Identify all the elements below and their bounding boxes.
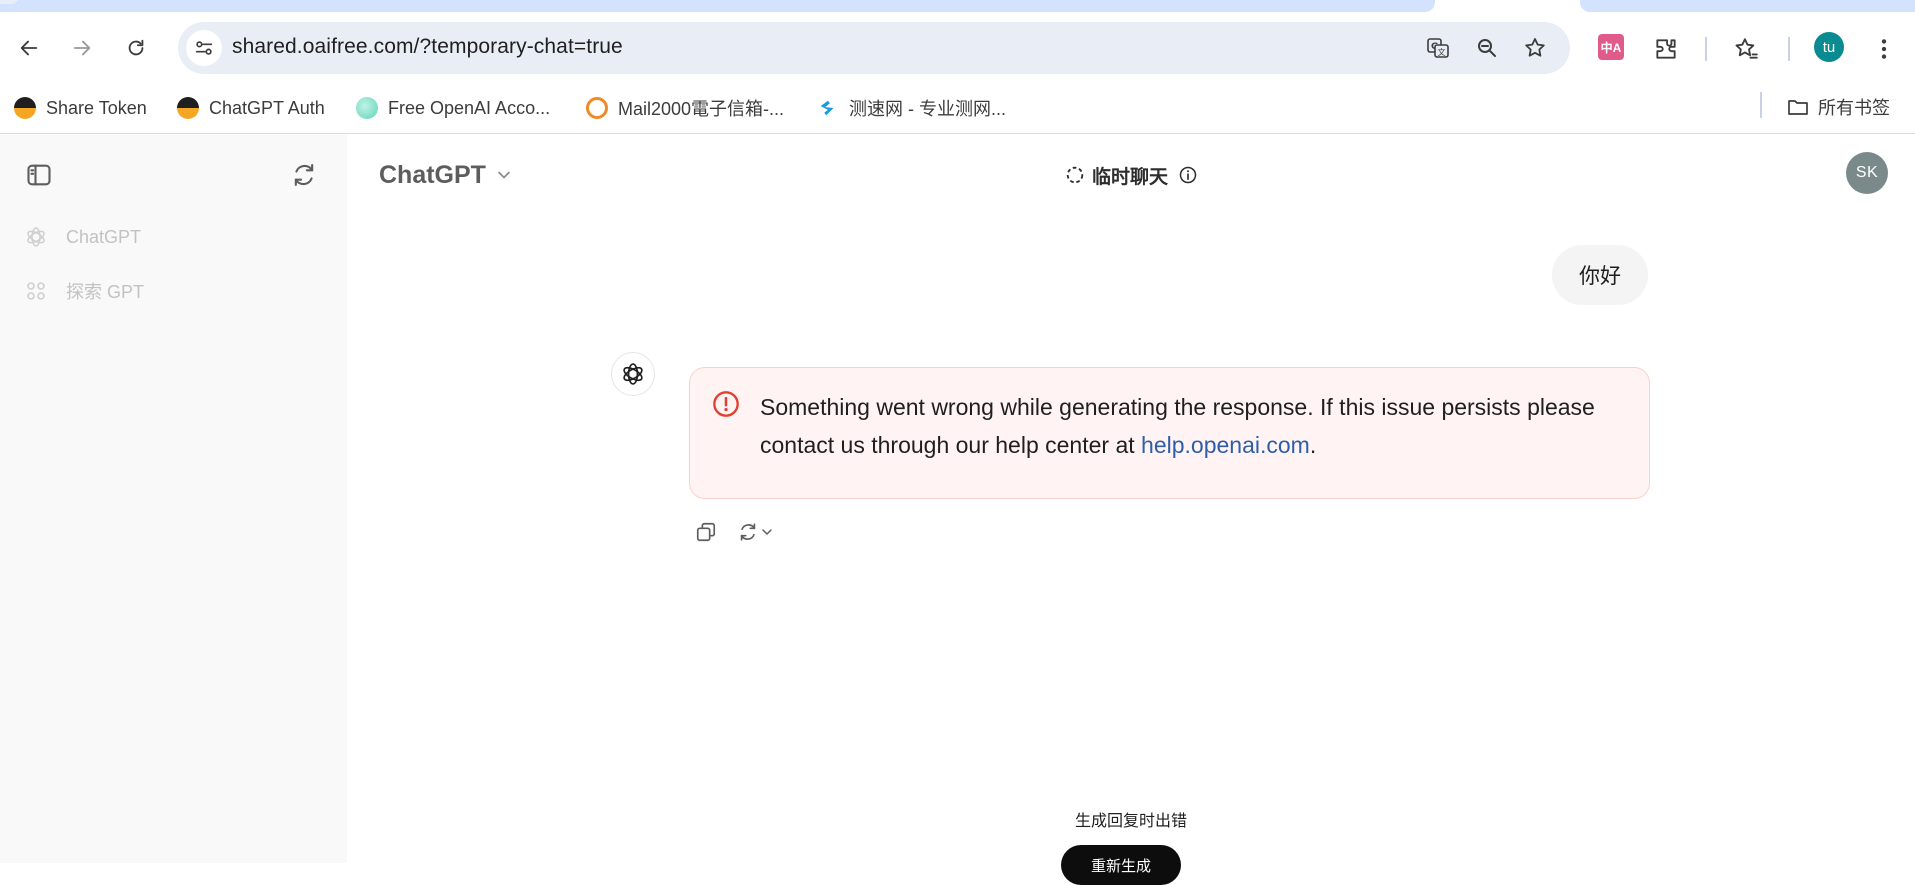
model-selector[interactable]: ChatGPT: [379, 157, 514, 193]
bookmark-star-button[interactable]: [1521, 34, 1549, 62]
bookmark-label: Mail2000電子信箱-...: [618, 99, 785, 119]
openai-logo-icon: [623, 363, 643, 385]
token-favicon-icon: [14, 97, 36, 119]
browser-toolbar: shared.oaifree.com/?temporary-chat=true …: [0, 12, 1915, 84]
dashed-circle-icon: [1066, 166, 1084, 184]
error-alert-icon: [713, 391, 739, 417]
bookmark-free-openai[interactable]: Free OpenAI Acco...: [356, 94, 550, 122]
address-bar[interactable]: shared.oaifree.com/?temporary-chat=true …: [178, 22, 1570, 74]
regenerate-options-button[interactable]: [757, 515, 777, 549]
bookmarks-divider: [1760, 92, 1762, 118]
tune-icon: [195, 41, 213, 55]
error-message-box: Something went wrong while generating th…: [689, 367, 1650, 499]
zoom-button[interactable]: [1473, 34, 1501, 62]
assistant-avatar: [611, 352, 655, 396]
user-message: 你好: [1552, 245, 1648, 305]
bookmark-label: Share Token: [46, 97, 147, 118]
bookmark-label: 测速网 - 专业测网...: [849, 99, 1006, 119]
mint-favicon-icon: [356, 97, 378, 119]
star-icon: [1525, 38, 1545, 57]
tab-strip-right: [1580, 0, 1915, 12]
error-suffix: .: [1309, 432, 1317, 458]
tab-strip: [0, 0, 1915, 12]
generation-error-text: 生成回复时出错: [1074, 813, 1187, 830]
temporary-chat-indicator: 临时聊天: [1064, 159, 1198, 191]
bookmark-chatgpt-auth[interactable]: ChatGPT Auth: [177, 94, 325, 122]
copy-icon: [696, 522, 716, 542]
translate-extension-icon[interactable]: 中A: [1598, 34, 1624, 60]
openai-icon: [27, 227, 45, 247]
speedtest-favicon-icon: [820, 100, 834, 116]
temporary-chat-label: 临时聊天: [1092, 166, 1169, 188]
puzzle-icon: [1656, 39, 1676, 59]
help-center-link[interactable]: help.openai.com: [1141, 432, 1310, 458]
back-button[interactable]: [11, 30, 47, 66]
sidebar-item-label: ChatGPT: [66, 226, 142, 247]
new-chat-button[interactable]: [284, 155, 324, 195]
bookmark-share-token[interactable]: Share Token: [14, 94, 147, 122]
reload-icon: [128, 39, 144, 56]
star-list-icon: [1735, 38, 1758, 59]
folder-icon: [1788, 100, 1808, 115]
sidebar-item-label: 探索 GPT: [66, 282, 145, 302]
translate-button[interactable]: G文: [1424, 34, 1452, 62]
copy-button[interactable]: [689, 515, 723, 549]
sidebar-item-chatgpt[interactable]: ChatGPT: [24, 217, 141, 257]
toolbar-divider: [1705, 37, 1707, 61]
refresh-icon: [740, 523, 756, 541]
sidebar-toggle-icon: [27, 164, 51, 186]
bookmarks-list-button[interactable]: [1730, 33, 1762, 65]
mail-favicon-icon: [586, 97, 608, 119]
token-favicon-icon: [177, 97, 199, 119]
translate-icon: G文: [1427, 38, 1449, 58]
model-name: ChatGPT: [379, 160, 486, 189]
reload-button[interactable]: [118, 30, 154, 66]
bookmark-speedtest[interactable]: 测速网 - 专业测网...: [817, 94, 1006, 122]
bookmark-label: Free OpenAI Acco...: [388, 97, 551, 118]
sidebar-item-explore-gpts[interactable]: 探索 GPT: [24, 271, 144, 311]
svg-text:文: 文: [1438, 47, 1446, 57]
error-message-text: Something went wrong while generating th…: [760, 388, 1630, 464]
all-bookmarks-label: 所有书签: [1818, 98, 1890, 118]
arrow-left-icon: [20, 40, 38, 56]
profile-avatar[interactable]: tu: [1814, 32, 1844, 62]
grid-icon: [27, 282, 45, 300]
info-icon[interactable]: [1178, 165, 1198, 185]
all-bookmarks-button[interactable]: 所有书签: [1786, 94, 1890, 120]
sidebar: ChatGPT 探索 GPT: [0, 135, 347, 863]
forward-button[interactable]: [64, 30, 100, 66]
bookmark-mail2000[interactable]: Mail2000電子信箱-...: [586, 94, 784, 122]
regenerate-response-button[interactable]: 重新生成: [1061, 845, 1181, 885]
message-actions: [689, 515, 777, 549]
refresh-icon: [294, 164, 314, 186]
chat-main: ChatGPT 临时聊天 SK 你好 Something went wrong …: [347, 135, 1915, 885]
toolbar-divider: [1788, 37, 1790, 61]
bookmarks-bar: Share Token ChatGPT Auth Free OpenAI Acc…: [0, 84, 1915, 134]
arrow-right-icon: [73, 40, 91, 56]
bookmark-label: ChatGPT Auth: [209, 97, 325, 118]
site-info-button[interactable]: [186, 30, 222, 66]
chevron-down-icon: [498, 171, 510, 179]
toggle-sidebar-button[interactable]: [19, 155, 59, 195]
zoom-out-icon: [1478, 39, 1496, 57]
browser-menu-button[interactable]: [1868, 33, 1900, 65]
chatgpt-app: ChatGPT 探索 GPT ChatGPT 临时聊天 SK 你好 Someth…: [0, 135, 1915, 885]
active-tab[interactable]: [0, 0, 1435, 12]
more-vertical-icon: [1881, 39, 1887, 59]
chevron-down-icon: [762, 529, 772, 535]
extensions-button[interactable]: [1650, 33, 1682, 65]
url-text[interactable]: shared.oaifree.com/?temporary-chat=true: [232, 35, 623, 59]
user-avatar[interactable]: SK: [1846, 152, 1888, 194]
